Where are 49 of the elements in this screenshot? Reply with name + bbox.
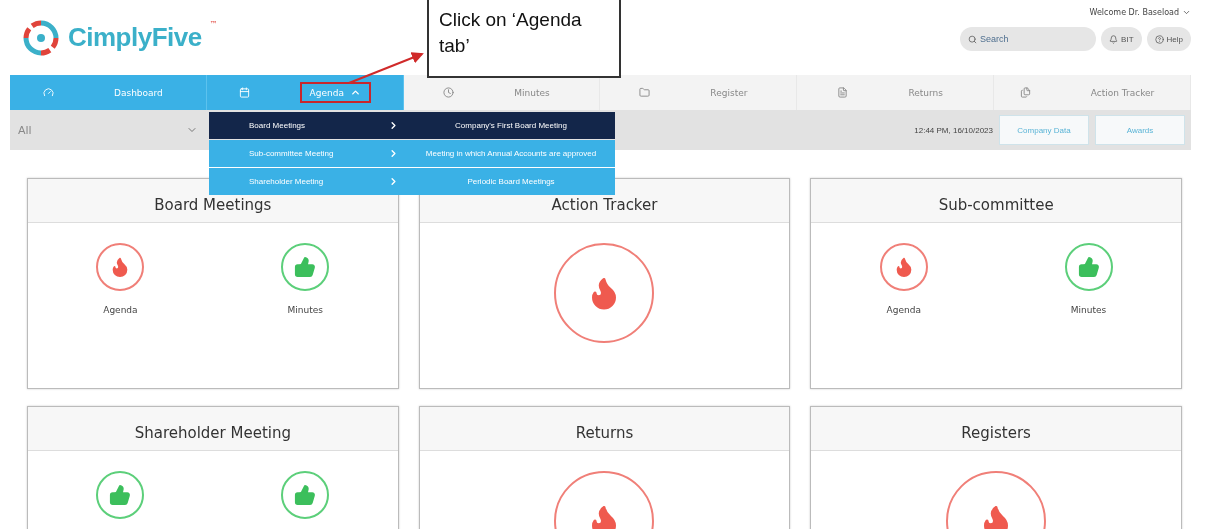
icon-label: Agenda (886, 305, 921, 315)
gauge-icon (43, 87, 54, 98)
documents-icon (1019, 87, 1031, 98)
thumbs-up-ring-icon[interactable] (96, 471, 145, 519)
chevron-down-icon (1182, 8, 1191, 17)
submenu-item[interactable]: Company's First Board Meeting (407, 112, 615, 139)
menu-item[interactable]: Board Meetings (209, 112, 407, 139)
help-icon (1154, 34, 1164, 44)
folder-icon (639, 87, 651, 98)
bell-icon (1109, 34, 1119, 44)
notifications-button[interactable]: BIT (1101, 27, 1142, 51)
welcome-menu[interactable]: Welcome Dr. Baseload (1089, 8, 1191, 17)
thumbs-up-ring-icon[interactable] (1064, 243, 1113, 291)
card-title: Registers (811, 407, 1181, 451)
submenu-item[interactable]: Periodic Board Meetings (407, 168, 615, 195)
flame-ring-icon[interactable] (96, 243, 145, 291)
thumbs-up-ring-icon[interactable] (281, 243, 330, 291)
trademark-mark: ™ (209, 20, 218, 29)
timestamp: 12:44 PM, 16/10/2023 (914, 125, 993, 135)
icon-label: Minutes (1070, 305, 1107, 315)
logo-icon (22, 18, 60, 57)
clock-icon (443, 87, 455, 98)
submenu-item[interactable]: Meeting in which Annual Accounts are approved (407, 140, 615, 167)
thumbs-up-ring-icon[interactable] (281, 471, 330, 519)
chevron-right-icon (388, 176, 399, 187)
flame-ring-icon[interactable] (554, 243, 655, 343)
search-field[interactable]: Search (960, 27, 1097, 51)
icon-label: Minutes (287, 305, 323, 315)
document-icon (837, 87, 849, 98)
nav-tab[interactable]: Agenda (206, 75, 404, 110)
calendar-icon (238, 87, 250, 98)
card-title: Shareholder Meeting (28, 407, 398, 451)
nav-tab[interactable]: Dashboard (10, 75, 207, 110)
chevron-right-icon (388, 120, 399, 131)
flame-ring-icon[interactable] (879, 243, 928, 291)
logo-text: CimplyFive (68, 22, 202, 53)
toolbar-button[interactable]: Awards (1095, 115, 1185, 145)
card-title: Returns (419, 407, 790, 451)
filter-dropdown[interactable]: All (10, 123, 210, 137)
menu-item[interactable]: Sub-committee Meeting (209, 140, 407, 167)
search-icon (968, 35, 978, 44)
card-title: Sub-committee (811, 179, 1181, 223)
menu-item[interactable]: Shareholder Meeting (209, 168, 407, 195)
callout-box: Click on ‘Agenda tab’ (427, 0, 621, 78)
toolbar-button[interactable]: Company Data (999, 115, 1089, 145)
icon-label: Agenda (103, 305, 138, 315)
chevron-up-icon (349, 87, 361, 98)
help-button[interactable]: Help (1146, 27, 1191, 51)
chevron-right-icon (388, 148, 399, 159)
